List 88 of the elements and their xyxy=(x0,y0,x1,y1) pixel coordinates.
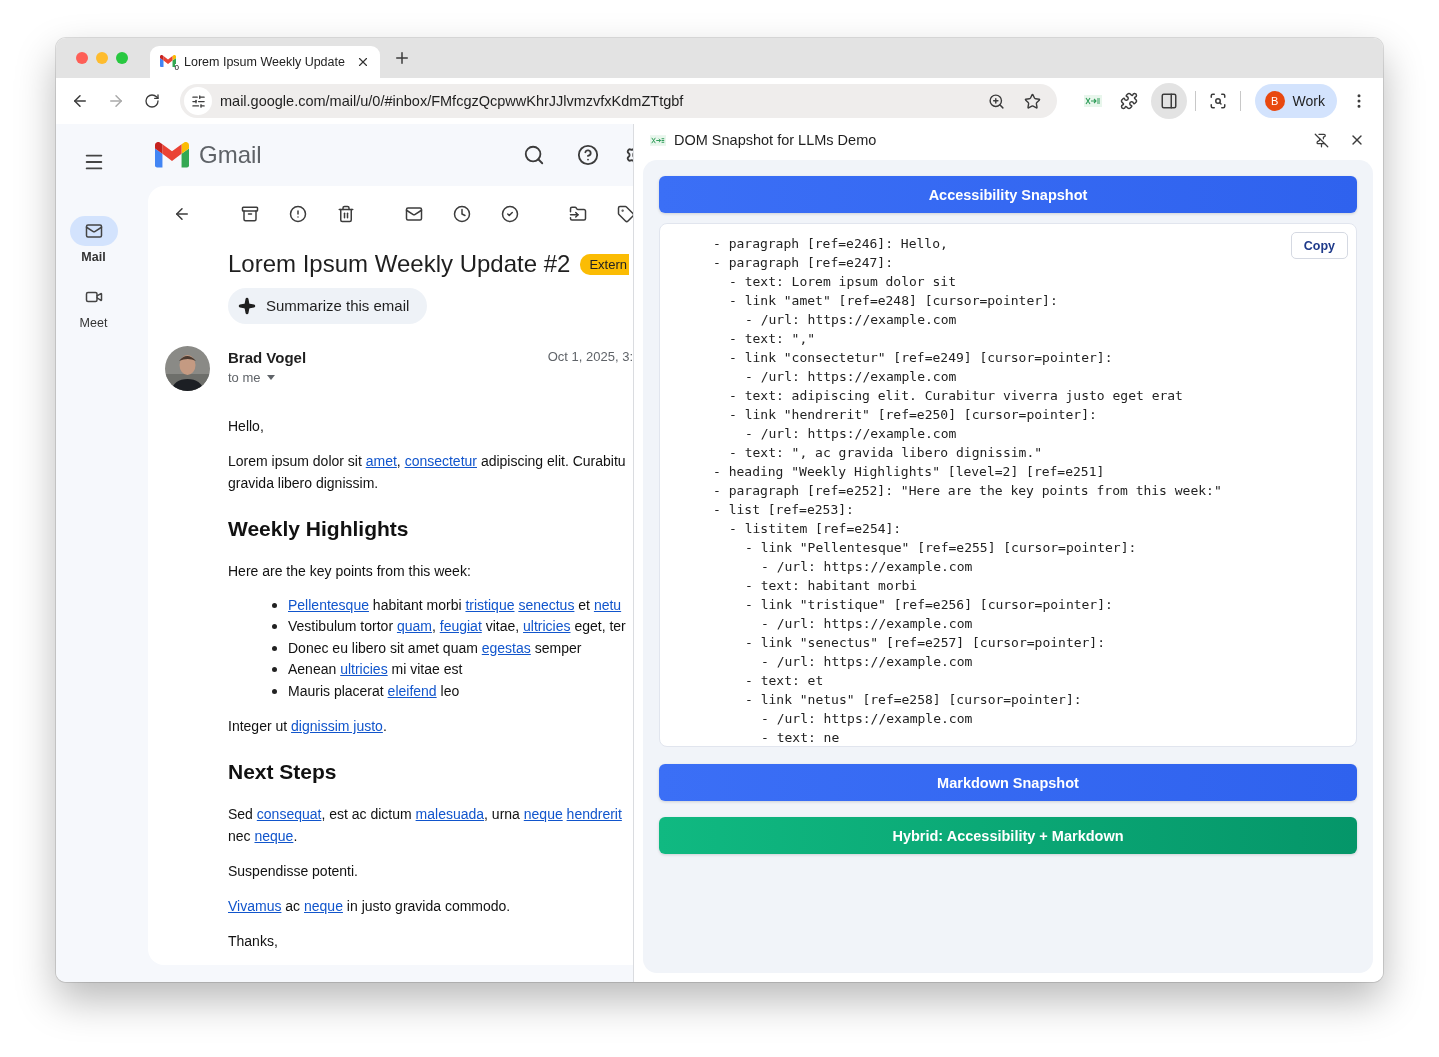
email-paragraph: Integer ut dignissim justo. xyxy=(228,717,388,736)
link[interactable]: Vivamus xyxy=(228,898,282,914)
link[interactable]: ultricies xyxy=(340,661,388,677)
address-bar[interactable]: mail.google.com/mail/u/0/#inbox/FMfcgzQcpwwKhrJJlvmzvfxKdmZTtgbf xyxy=(180,84,1057,118)
nav-item[interactable]: Meet xyxy=(69,282,118,330)
code-line: - text: ne xyxy=(761,729,840,746)
code-line: - text: ", ac gravida libero dignissim." xyxy=(729,444,1043,462)
code-line: - link "hendrerit" [ref=e250] [cursor=pointer]: xyxy=(729,406,1097,424)
email-paragraph: Hello, xyxy=(228,416,265,436)
email-paragraph: Here are the key points from this week: xyxy=(228,561,472,581)
link[interactable]: neque xyxy=(523,806,563,822)
list-item: Vestibulum tortor quam, feugiat vitae, ultricies eget, ter xyxy=(288,617,626,636)
code-line: - link "amet" [ref=e248] [cursor=pointer]: xyxy=(729,292,1058,310)
gmail-logo-icon xyxy=(155,142,189,168)
code-line: - heading "Weekly Highlights" [level=2] [ref=e251] xyxy=(713,463,1105,481)
code-line: - paragraph [ref=e246]: Hello, xyxy=(713,235,948,253)
list-item: Aenean ultricies mi vitae est xyxy=(288,660,463,679)
mail-icon xyxy=(84,222,103,240)
link[interactable]: eleifend xyxy=(387,682,437,699)
browser-tab[interactable]: 0 Lorem Ipsum Weekly Update xyxy=(150,46,380,78)
link[interactable]: tristique xyxy=(465,596,515,613)
link[interactable]: dignissim justo xyxy=(291,718,383,734)
copy-button[interactable]: Copy xyxy=(1290,232,1348,259)
link[interactable]: netu xyxy=(593,596,622,613)
list-item: Pellentesque habitant morbi tristique senectus et netu xyxy=(288,595,622,615)
sender-name: Brad Vogel xyxy=(228,348,307,366)
email-paragraph: Lorem ipsum dolor sit amet, consectetur adipiscing elit. Curabitu gravida libero dignissim. xyxy=(228,451,627,493)
email-heading: Weekly Highlights xyxy=(228,515,410,542)
code-line: - paragraph [ref=e252]: "Here are the key points from this week:" xyxy=(713,482,1222,500)
code-line: - /url: https://example.com xyxy=(745,311,957,329)
code-line: - /url: https://example.com xyxy=(745,425,957,443)
email-paragraph: Suspendisse potenti. xyxy=(228,862,359,881)
email-paragraph: Vivamus ac neque in justo gravida commodo. xyxy=(228,897,512,916)
email-paragraph: Thanks, xyxy=(228,932,279,951)
extension-icon xyxy=(650,134,666,146)
snapshot-button[interactable]: Markdown Snapshot xyxy=(659,764,1357,801)
link[interactable]: neque xyxy=(254,828,294,844)
code-line: - listitem [ref=e254]: xyxy=(729,520,902,538)
bullet-icon xyxy=(272,645,277,651)
code-line: - list [ref=e253]: xyxy=(713,501,854,519)
code-line: - text: Lorem ipsum dolor sit xyxy=(729,273,956,291)
external-badge: Extern xyxy=(580,253,629,275)
link[interactable]: neque xyxy=(304,898,343,914)
link[interactable]: amet xyxy=(365,452,397,469)
link[interactable]: consectetur xyxy=(404,452,477,469)
code-line: - paragraph [ref=e247]: xyxy=(713,254,893,272)
panel-title: DOM Snapshot for LLMs Demo xyxy=(674,132,878,148)
code-line: - text: habitant morbi xyxy=(745,577,918,595)
code-line: - text: et xyxy=(745,672,824,690)
close-icon[interactable] xyxy=(356,55,370,69)
code-line: - /url: https://example.com xyxy=(761,615,973,633)
email-subject: Lorem Ipsum Weekly Update #2 xyxy=(228,250,571,278)
bullet-icon xyxy=(272,602,277,608)
code-line: - /url: https://example.com xyxy=(761,710,973,728)
list-item: Mauris placerat eleifend leo xyxy=(288,681,460,701)
list-item: Donec eu libero sit amet quam egestas semper xyxy=(288,638,582,658)
code-line: - /url: https://example.com xyxy=(761,653,973,671)
link[interactable]: ultricies xyxy=(523,618,571,634)
recipient-toggle[interactable]: to me xyxy=(228,369,633,385)
code-line: - text: "," xyxy=(729,330,816,348)
code-line: - link "consectetur" [ref=e249] [cursor=pointer]: xyxy=(729,349,1113,367)
profile-button[interactable]: B Work xyxy=(1254,84,1337,118)
code-line: - link "Pellentesque" [ref=e255] [cursor=pointer]: xyxy=(745,539,1137,557)
code-line: - link "senectus" [ref=e257] [cursor=pointer]: xyxy=(745,634,1106,652)
email-heading: Next Steps xyxy=(228,759,338,785)
code-line: - text: adipiscing elit. Curabitur viverra justo eget erat xyxy=(729,387,1183,405)
code-line: - link "netus" [ref=e258] [cursor=pointer]: xyxy=(745,691,1082,709)
code-line: - link "tristique" [ref=e256] [cursor=pointer]: xyxy=(745,596,1113,614)
bullet-icon xyxy=(272,624,277,630)
sparkle-icon xyxy=(238,296,256,315)
side-panel-icon[interactable] xyxy=(1150,83,1187,119)
email-date: Oct 1, 2025, 3: xyxy=(547,348,633,366)
snapshot-button[interactable]: Accessibility Snapshot xyxy=(659,176,1357,213)
link[interactable]: egestas xyxy=(481,639,531,656)
link[interactable]: senectus xyxy=(518,596,575,613)
summarize-button[interactable]: Summarize this email xyxy=(228,288,428,324)
bullet-icon xyxy=(272,688,277,694)
email-paragraph: Sed consequat, est ac dictum malesuada, urna neque hendrerit nec neque. xyxy=(228,805,623,846)
link[interactable]: Pellentesque xyxy=(288,596,369,613)
caret-icon xyxy=(266,374,275,380)
link[interactable]: hendrerit xyxy=(566,806,622,822)
link[interactable]: feugiat xyxy=(439,618,482,634)
code-line: - /url: https://example.com xyxy=(761,558,973,576)
site-settings-icon[interactable] xyxy=(184,87,212,115)
link[interactable]: quam xyxy=(396,618,432,634)
gmail-logo-text: Gmail xyxy=(199,141,262,169)
code-line: - /url: https://example.com xyxy=(745,368,957,386)
bullet-icon xyxy=(272,667,277,673)
